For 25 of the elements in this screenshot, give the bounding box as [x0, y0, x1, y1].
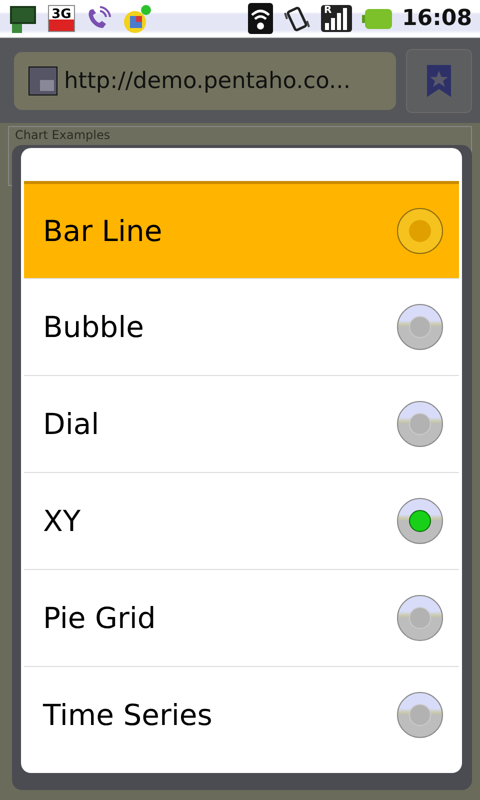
- radio-button[interactable]: [397, 692, 443, 738]
- bookmark-icon: [427, 64, 451, 96]
- bookmark-button[interactable]: [406, 48, 472, 112]
- network-badge: 3G: [48, 5, 75, 32]
- radio-button[interactable]: [397, 208, 443, 254]
- clock: 16:08: [402, 6, 472, 31]
- roaming-label: R: [324, 5, 332, 16]
- battery-icon: [362, 8, 392, 30]
- vibrate-icon: [282, 4, 311, 32]
- page-icon: [28, 66, 58, 96]
- radio-button[interactable]: [397, 595, 443, 641]
- radio-button[interactable]: [397, 498, 443, 544]
- app-icon: [121, 4, 153, 34]
- option-row[interactable]: Time Series: [24, 666, 459, 763]
- radio-button[interactable]: [397, 401, 443, 447]
- remote-desktop-icon: [8, 4, 38, 34]
- wifi-icon: [248, 3, 273, 34]
- option-row[interactable]: Dial: [24, 375, 459, 472]
- option-row[interactable]: Bubble: [24, 278, 459, 375]
- radio-button[interactable]: [397, 304, 443, 350]
- option-row[interactable]: Bar Line: [24, 181, 459, 278]
- url-field[interactable]: http://demo.pentaho.co...: [14, 52, 396, 110]
- option-row[interactable]: Pie Grid: [24, 569, 459, 666]
- page-heading: Chart Examples: [15, 128, 112, 142]
- option-row[interactable]: XY: [24, 472, 459, 569]
